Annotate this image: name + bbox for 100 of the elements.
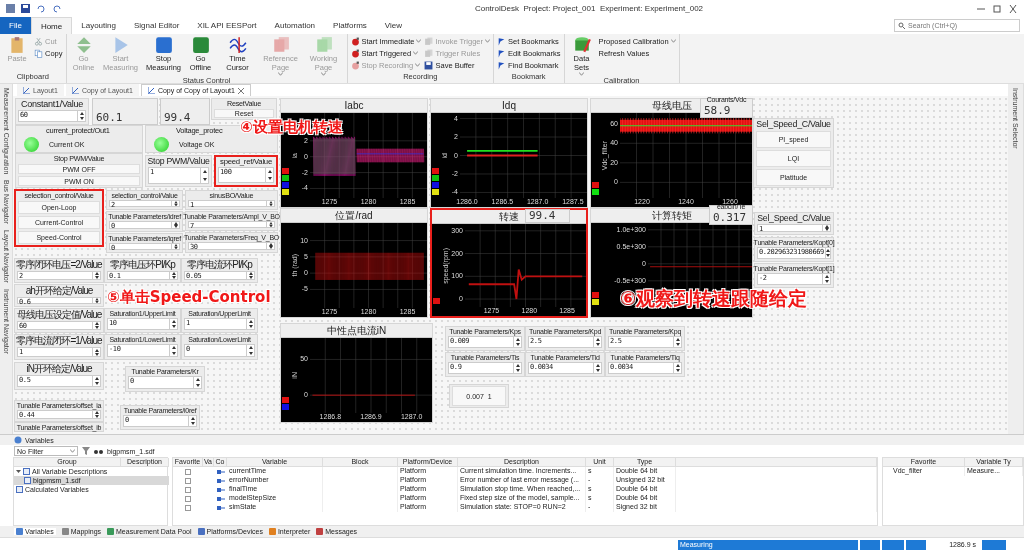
spinner[interactable]	[78, 110, 86, 122]
favorite-checkbox[interactable]	[185, 504, 191, 511]
filter-icon[interactable]	[82, 447, 90, 455]
legend-swatch[interactable]	[432, 182, 439, 188]
ribbon-tab[interactable]: Home	[30, 17, 73, 34]
spinner[interactable]	[172, 200, 180, 207]
status-segment	[906, 539, 926, 550]
legend-swatch[interactable]	[592, 189, 599, 195]
tab-icon	[61, 528, 69, 535]
favorite-checkbox[interactable]	[185, 477, 191, 484]
close-icon[interactable]	[237, 87, 244, 94]
spinner[interactable]	[674, 336, 682, 348]
display-value: 99.4	[528, 209, 557, 222]
spinner[interactable]	[170, 318, 178, 330]
spinner[interactable]	[247, 318, 255, 330]
square-icon	[191, 36, 210, 54]
legend-swatch[interactable]	[282, 404, 289, 410]
legend-swatch[interactable]	[282, 397, 289, 403]
ribbon-tab[interactable]: View	[375, 17, 412, 34]
measurement-icon	[216, 486, 225, 493]
spinner[interactable]	[267, 200, 275, 207]
tab-icon	[268, 528, 276, 535]
save-icon[interactable]	[21, 4, 30, 13]
spinner[interactable]	[674, 362, 682, 374]
redo-icon[interactable]	[52, 4, 62, 13]
caret-icon	[70, 449, 75, 453]
pages-icon	[314, 36, 333, 54]
spinner[interactable]	[247, 344, 255, 357]
status-segment	[982, 539, 1006, 550]
variables-icon	[14, 436, 22, 444]
spinner[interactable]	[93, 375, 101, 387]
legend-swatch[interactable]	[432, 168, 439, 174]
ribbon-tab[interactable]: Platforms	[324, 17, 376, 34]
spinner[interactable]	[93, 271, 101, 280]
plot-title: 位置/rad	[281, 209, 427, 223]
caret-icon	[278, 72, 283, 76]
spinner[interactable]	[267, 221, 275, 228]
favorite-checkbox[interactable]	[185, 486, 191, 493]
caret-icon	[579, 72, 584, 76]
expander-icon[interactable]	[16, 469, 21, 474]
undo-icon[interactable]	[36, 4, 46, 13]
spinner[interactable]	[201, 166, 209, 184]
instrument-title: Sel_Speed_C/Value	[756, 119, 831, 130]
spinner[interactable]	[189, 415, 197, 427]
caret-icon	[416, 39, 422, 43]
measurement-icon	[216, 477, 225, 484]
legend-swatch[interactable]	[433, 298, 440, 304]
caret-icon	[413, 51, 419, 55]
square-icon	[154, 36, 173, 54]
display-value: 60.1	[95, 111, 124, 124]
legend-swatch[interactable]	[592, 182, 599, 188]
spinner[interactable]	[823, 223, 831, 232]
binoculars-icon[interactable]	[94, 447, 103, 455]
legend-swatch[interactable]	[282, 175, 289, 181]
cylinder-icon	[572, 36, 591, 54]
spinner[interactable]	[266, 166, 274, 183]
spinner[interactable]	[825, 247, 831, 259]
measurement-icon	[216, 468, 225, 475]
spinner[interactable]	[93, 297, 101, 304]
ribbon-tab[interactable]: Layouting	[72, 17, 125, 34]
spinner[interactable]	[170, 271, 178, 280]
spinner[interactable]	[247, 271, 255, 280]
legend-swatch[interactable]	[282, 189, 289, 195]
spinner[interactable]	[172, 243, 180, 250]
spinner[interactable]	[93, 410, 101, 419]
dot-icon	[350, 60, 360, 70]
favorite-checkbox[interactable]	[185, 468, 191, 475]
spinner[interactable]	[170, 344, 178, 357]
favorite-checkbox[interactable]	[185, 495, 191, 502]
tab-icon	[107, 528, 115, 535]
spinner[interactable]	[93, 321, 101, 330]
caret-icon	[485, 39, 490, 43]
status-segment	[860, 539, 880, 550]
spinner[interactable]	[823, 273, 831, 285]
legend-swatch[interactable]	[592, 292, 599, 298]
ribbon-tab[interactable]: Automation	[265, 17, 325, 34]
ribbon-tab[interactable]: XIL API EESPort	[188, 17, 266, 34]
scissors-icon	[34, 36, 43, 46]
plot-title: Idq	[431, 99, 587, 113]
spinner[interactable]	[194, 376, 202, 389]
file-menu[interactable]: File	[0, 17, 31, 34]
tab-icon	[197, 528, 205, 535]
spinner[interactable]	[594, 362, 602, 374]
spinner[interactable]	[267, 242, 275, 250]
plot-title: 中性点电流iN	[281, 324, 432, 338]
spinner[interactable]	[514, 336, 522, 348]
spinner[interactable]	[93, 347, 101, 357]
legend-swatch[interactable]	[282, 182, 289, 188]
legend-swatch[interactable]	[282, 168, 289, 174]
instrument-title: Stop PWM/Value	[147, 156, 210, 167]
restore-icon[interactable]	[992, 4, 1002, 13]
ribbon-tab[interactable]: Signal Editor	[124, 17, 189, 34]
spinner[interactable]	[172, 221, 180, 229]
legend-swatch[interactable]	[432, 175, 439, 181]
close-icon[interactable]	[1008, 4, 1018, 13]
spinner[interactable]	[514, 362, 522, 374]
legend-swatch[interactable]	[432, 189, 439, 195]
clipboard-icon	[8, 36, 26, 54]
spinner[interactable]	[594, 336, 602, 348]
legend-swatch[interactable]	[592, 299, 599, 305]
